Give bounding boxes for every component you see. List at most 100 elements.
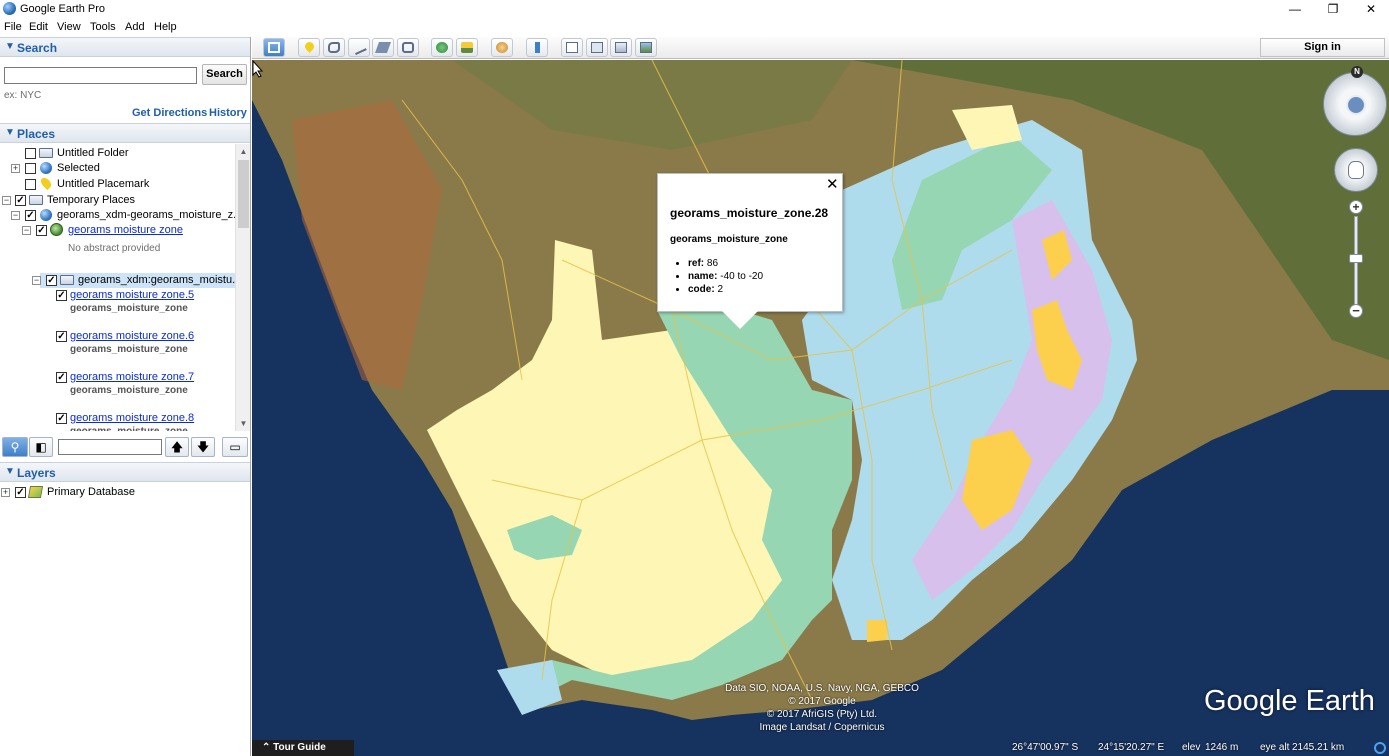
tree-item-link[interactable]: georams moisture zone.7 (70, 371, 194, 383)
expand-icon[interactable]: + (11, 164, 20, 173)
scroll-down-icon[interactable]: ▼ (236, 416, 251, 431)
tree-item-link[interactable]: georams moisture zone.8 (70, 412, 194, 424)
collapse-icon[interactable]: − (11, 211, 20, 220)
tree-item-zone-7[interactable]: ✓ georams moisture zone.7 (0, 370, 236, 385)
hand-icon (1348, 161, 1364, 179)
ruler-button[interactable] (526, 38, 548, 57)
history-link[interactable]: History (209, 107, 247, 119)
checkbox[interactable]: ✓ (56, 372, 67, 383)
checkbox[interactable]: ✓ (25, 210, 36, 221)
layers-panel-title: Layers (17, 466, 56, 480)
hide-sidebar-button[interactable] (263, 38, 285, 57)
checkbox[interactable]: ✓ (46, 275, 57, 286)
tree-item-moisture-folder[interactable]: − ✓ georams_xdm:georams_moistu... (0, 273, 236, 288)
tree-item-primary-database[interactable]: + ✓ Primary Database (0, 485, 250, 500)
menu-edit[interactable]: Edit (29, 21, 48, 33)
search-places-button[interactable]: ⚲ (2, 437, 28, 457)
print-button[interactable] (586, 38, 608, 57)
folder-options-button[interactable]: ▭ (222, 437, 248, 457)
scroll-up-icon[interactable]: ▲ (236, 144, 251, 159)
tree-item-description: georams_moisture_zone (70, 344, 188, 355)
collapse-icon[interactable]: − (2, 196, 11, 205)
checkbox[interactable]: ✓ (56, 331, 67, 342)
search-input[interactable] (4, 67, 197, 84)
historical-imagery-button[interactable] (431, 38, 453, 57)
tree-item-temporary-places[interactable]: − ✓ Temporary Places (0, 193, 236, 208)
restore-button[interactable]: ❐ (1318, 1, 1348, 17)
tree-item-zone-5[interactable]: ✓ georams moisture zone.5 (0, 288, 236, 303)
checkbox[interactable] (25, 163, 36, 174)
magnifier-icon: ⚲ (10, 440, 20, 454)
clock-globe-icon (436, 42, 448, 53)
zoom-out-button[interactable]: − (1349, 304, 1363, 318)
collapse-icon[interactable]: − (32, 276, 41, 285)
tree-item-zone-6[interactable]: ✓ georams moisture zone.6 (0, 329, 236, 344)
close-window-button[interactable]: ✕ (1356, 1, 1386, 17)
checkbox[interactable]: ✓ (15, 487, 26, 498)
north-indicator[interactable]: N (1351, 66, 1363, 78)
checkbox[interactable]: ✓ (56, 413, 67, 424)
tree-item-untitled-folder[interactable]: Untitled Folder (0, 146, 236, 161)
balloon-close-button[interactable]: ✕ (826, 177, 839, 192)
places-panel-header[interactable]: ▼ Places (0, 123, 250, 143)
add-image-overlay-button[interactable] (372, 38, 394, 57)
move-up-button[interactable]: 🡅 (165, 437, 189, 457)
zoom-slider-handle[interactable] (1349, 254, 1363, 263)
folder-icon (39, 148, 53, 158)
tree-item-link[interactable]: georams moisture zone (68, 224, 183, 236)
tree-item-link[interactable]: georams moisture zone.5 (70, 289, 194, 301)
menu-add[interactable]: Add (125, 21, 145, 33)
search-panel-header[interactable]: ▼ Search (0, 37, 250, 57)
checkbox[interactable] (25, 148, 36, 159)
attribution-line: © 2017 Google (788, 696, 856, 707)
add-placemark-button[interactable] (298, 38, 320, 57)
zoom-in-button[interactable]: + (1349, 200, 1363, 214)
field-key: name: (688, 271, 718, 282)
tree-item-selected[interactable]: + Selected (0, 161, 236, 176)
view-in-maps-button[interactable] (610, 38, 632, 57)
move-joystick[interactable] (1334, 148, 1378, 192)
eye-look-icon[interactable] (1346, 95, 1366, 115)
menu-tools[interactable]: Tools (90, 21, 116, 33)
scrollbar-thumb[interactable] (238, 160, 249, 228)
menu-view[interactable]: View (57, 21, 81, 33)
record-tour-button[interactable] (397, 38, 419, 57)
field-value: 2 (717, 284, 724, 295)
tree-item-georams-moisture-zone[interactable]: − ✓ georams moisture zone (0, 223, 236, 238)
toggle-panel-button[interactable]: ◧ (29, 437, 53, 457)
add-path-button[interactable] (348, 38, 370, 57)
save-image-button[interactable] (635, 38, 657, 57)
add-polygon-button[interactable] (323, 38, 345, 57)
title-bar: Google Earth Pro — ❐ ✕ (0, 0, 1389, 19)
switch-planet-button[interactable] (491, 38, 513, 57)
tree-item-label: georams_xdm:georams_moistu... (78, 274, 236, 286)
sign-in-button[interactable]: Sign in (1260, 38, 1385, 57)
email-button[interactable] (561, 38, 583, 57)
search-button[interactable]: Search (202, 64, 247, 85)
move-down-button[interactable]: 🡇 (191, 437, 215, 457)
places-filter-input[interactable] (58, 439, 162, 455)
tree-item-link[interactable]: georams moisture zone.6 (70, 330, 194, 342)
checkbox[interactable] (25, 179, 36, 190)
tree-item-network-link[interactable]: − ✓ georams_xdm-georams_moisture_z... (0, 208, 236, 223)
tree-item-untitled-placemark[interactable]: Untitled Placemark (0, 175, 236, 192)
menu-file[interactable]: File (4, 21, 22, 33)
get-directions-link[interactable]: Get Directions (132, 107, 207, 119)
compass-ring[interactable]: N (1323, 66, 1387, 136)
checkbox[interactable]: ✓ (15, 195, 26, 206)
checkbox[interactable]: ✓ (56, 290, 67, 301)
places-panel-title: Places (17, 127, 56, 141)
places-scrollbar[interactable]: ▲ ▼ (235, 144, 250, 431)
map-view[interactable]: ✕ georams_moisture_zone.28 georams_moist… (252, 60, 1389, 756)
tour-guide-button[interactable]: ⌃ Tour Guide (252, 740, 354, 756)
search-hint: ex: NYC (4, 90, 42, 101)
tree-item-zone-8[interactable]: ✓ georams moisture zone.8 (0, 411, 236, 426)
expand-icon[interactable]: + (1, 488, 10, 497)
minimize-button[interactable]: — (1280, 1, 1310, 17)
checkbox[interactable]: ✓ (36, 225, 47, 236)
layers-panel-header[interactable]: ▼ Layers (0, 462, 250, 482)
collapse-icon[interactable]: − (22, 226, 31, 235)
menu-help[interactable]: Help (154, 21, 177, 33)
sunlight-button[interactable] (456, 38, 478, 57)
placemark-icon (303, 40, 316, 53)
